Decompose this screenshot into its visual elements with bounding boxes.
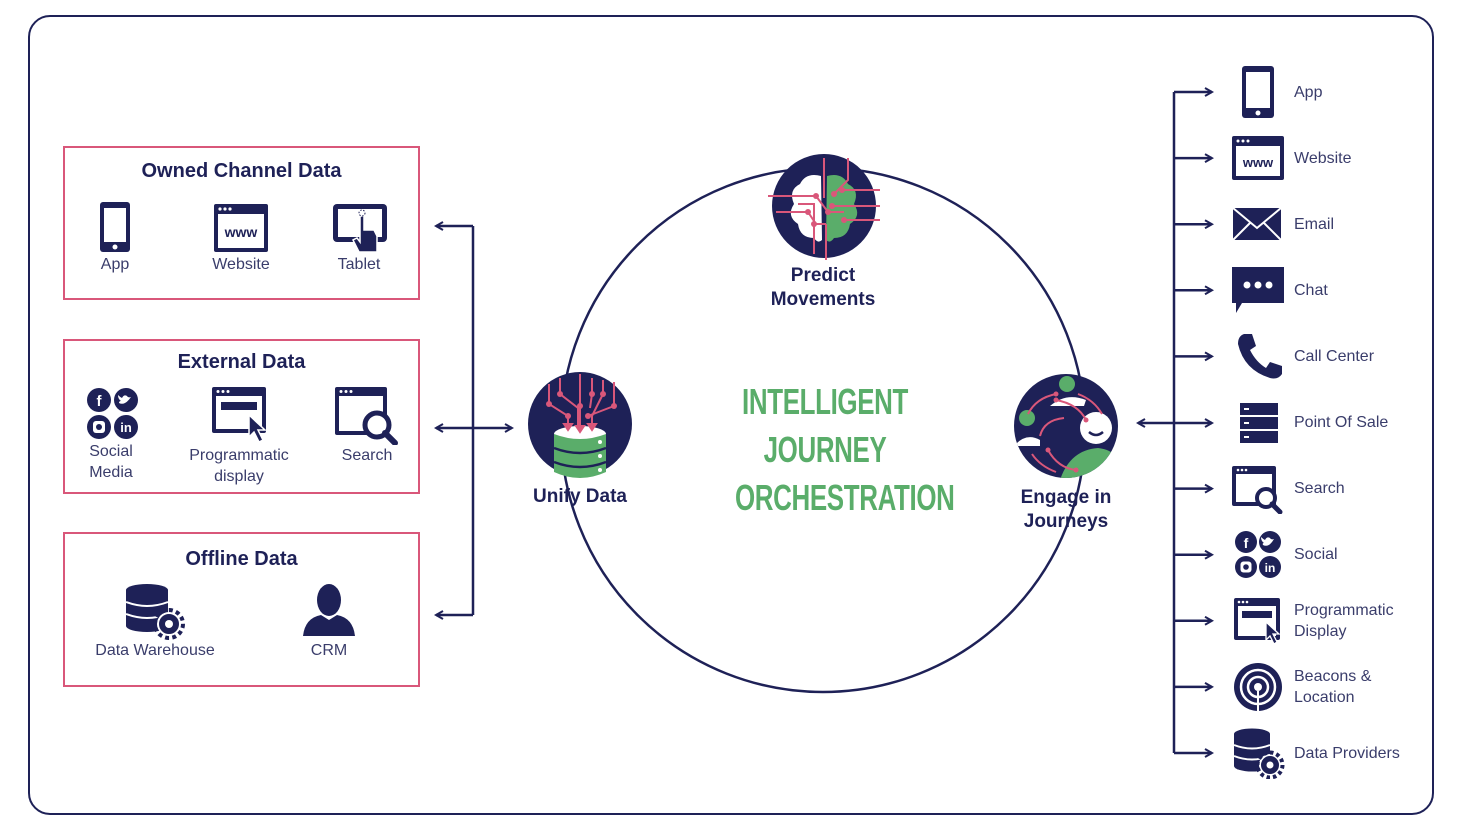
source-item-tablet: Tablet bbox=[319, 200, 399, 275]
database-gear-icon bbox=[125, 584, 185, 640]
channel-item: Email bbox=[1230, 194, 1334, 254]
box-title: Offline Data bbox=[185, 548, 298, 570]
channel-label: Programmatic Display bbox=[1294, 601, 1394, 640]
source-item-website: www Website bbox=[201, 200, 281, 275]
svg-text:in: in bbox=[1265, 561, 1276, 575]
mobile-phone-icon bbox=[100, 202, 130, 252]
search-window-icon bbox=[335, 387, 398, 445]
source-item-search: Search bbox=[327, 385, 407, 466]
channel-label: Social bbox=[1294, 546, 1338, 564]
source-item-programmatic-display: Programmatic display bbox=[179, 385, 299, 487]
website-www-icon: www bbox=[1230, 134, 1286, 182]
channel-item: Point Of Sale bbox=[1230, 393, 1388, 453]
mobile-phone-icon bbox=[1230, 66, 1286, 118]
channel-item: Call Center bbox=[1230, 326, 1374, 386]
channel-item: Programmatic Display bbox=[1230, 591, 1394, 651]
unify-data-label: Unify Data bbox=[533, 486, 627, 507]
engage-journeys-node bbox=[1014, 370, 1120, 480]
channel-item: Chat bbox=[1230, 260, 1328, 320]
svg-text:www: www bbox=[224, 224, 258, 240]
source-item-social-media: f in Social Media bbox=[79, 385, 143, 483]
predict-movements-label: Predict Movements bbox=[770, 265, 876, 310]
channel-label: Search bbox=[1294, 480, 1345, 498]
channel-item: App bbox=[1230, 62, 1322, 122]
box-title: External Data bbox=[177, 351, 306, 373]
channel-item: www Website bbox=[1230, 128, 1352, 188]
person-icon bbox=[303, 584, 355, 636]
channel-label: Data Providers bbox=[1294, 744, 1400, 762]
svg-text:f: f bbox=[1244, 535, 1249, 551]
channel-item: Search bbox=[1230, 459, 1345, 519]
programmatic-display-icon bbox=[1230, 596, 1286, 646]
social-media-icon: f in bbox=[87, 388, 138, 439]
owned-channel-data-box: Owned Channel Data App www Website Table… bbox=[63, 146, 420, 300]
channel-item: f in Social bbox=[1230, 525, 1338, 585]
channel-label: Email bbox=[1294, 215, 1335, 233]
predict-movements-node bbox=[768, 154, 880, 262]
unify-data-node bbox=[528, 372, 634, 482]
channel-label: Call Center bbox=[1294, 347, 1375, 365]
database-merge-icon bbox=[528, 372, 632, 478]
source-item-app: App bbox=[85, 200, 145, 275]
channel-label: Website bbox=[1294, 149, 1352, 167]
server-stack-icon bbox=[1230, 402, 1286, 444]
chat-bubble-icon bbox=[1230, 265, 1286, 315]
people-journey-icon bbox=[1014, 374, 1118, 478]
channel-item: Beacons & Location bbox=[1230, 657, 1371, 717]
email-envelope-icon bbox=[1230, 206, 1286, 242]
offline-data-box: Offline Data Data Warehouse CRM bbox=[63, 532, 420, 687]
svg-text:www: www bbox=[1242, 155, 1274, 170]
engage-journeys-label: Engage in Journeys bbox=[1020, 487, 1112, 532]
source-item-data-warehouse: Data Warehouse bbox=[85, 582, 225, 661]
website-www-icon: www bbox=[214, 204, 268, 252]
tablet-touch-icon bbox=[333, 204, 387, 253]
programmatic-display-icon bbox=[212, 387, 267, 444]
brain-circuit-icon bbox=[768, 154, 880, 260]
channel-label: Chat bbox=[1294, 281, 1328, 299]
channel-item: Data Providers bbox=[1230, 723, 1400, 783]
database-gear-icon bbox=[1230, 727, 1286, 779]
phone-handset-icon bbox=[1230, 332, 1286, 380]
channel-label: App bbox=[1294, 83, 1323, 101]
svg-text:in: in bbox=[120, 420, 132, 435]
social-media-icon: f in bbox=[1230, 529, 1286, 581]
search-window-icon bbox=[1230, 464, 1286, 514]
external-data-box: External Data f in Social Media Programm… bbox=[63, 339, 420, 494]
source-item-crm: CRM bbox=[289, 582, 369, 661]
beacon-location-icon bbox=[1230, 662, 1286, 712]
box-title: Owned Channel Data bbox=[141, 160, 342, 182]
channel-label: Beacons & Location bbox=[1294, 667, 1372, 706]
center-title: INTELLIGENT JOURNEY ORCHESTRATION bbox=[735, 381, 955, 518]
channel-label: Point Of Sale bbox=[1294, 414, 1389, 431]
